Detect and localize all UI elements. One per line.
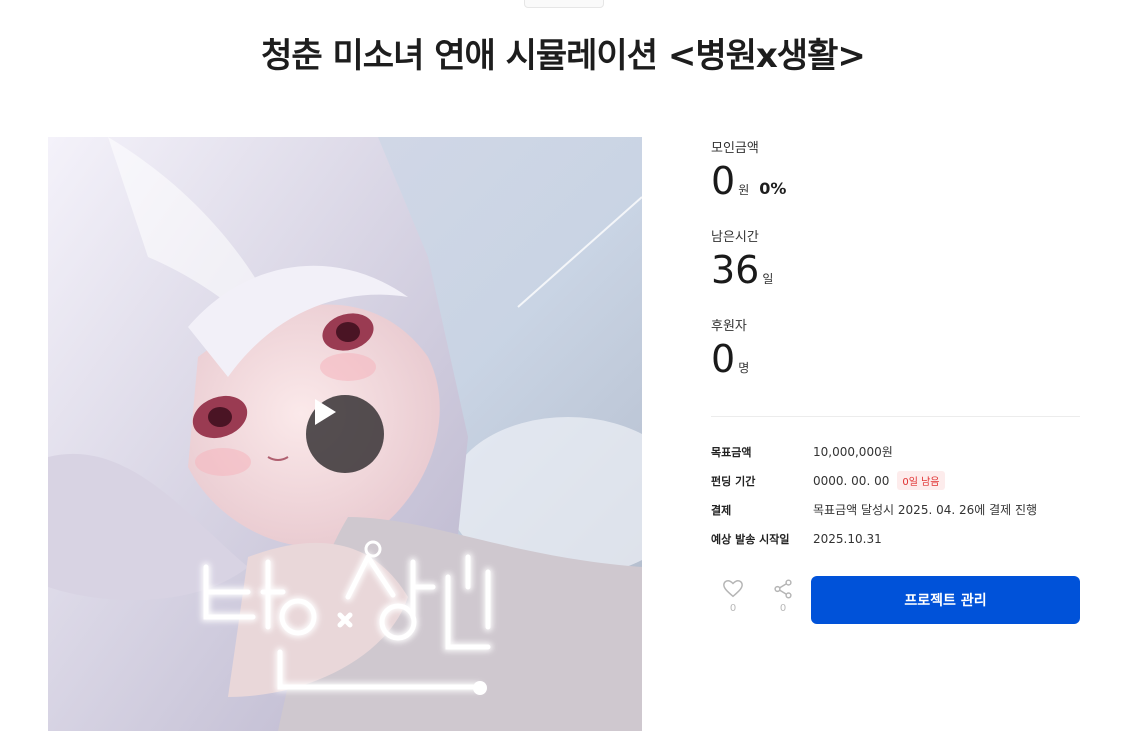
share-button[interactable]: 0: [761, 578, 805, 614]
raised-amount-stat: 모인금액 0 원 0%: [711, 137, 1081, 204]
delivery-label: 예상 발송 시작일: [711, 532, 790, 546]
like-count: 0: [729, 603, 737, 614]
days-left-badge: 0일 남음: [897, 471, 945, 490]
payment-value: 목표금액 달성시 2025. 04. 26에 결제 진행: [813, 503, 1038, 517]
like-button[interactable]: 0: [711, 578, 755, 614]
manage-project-button[interactable]: 프로젝트 관리: [811, 576, 1080, 624]
payment-label: 결제: [711, 503, 732, 517]
backers-unit: 명: [738, 361, 750, 375]
stats-divider: [711, 416, 1080, 417]
payment-row: 결제 목표금액 달성시 2025. 04. 26에 결제 진행: [711, 495, 1081, 524]
top-tab-chip[interactable]: [524, 0, 604, 8]
share-count: 0: [779, 603, 787, 614]
raised-value: 0: [711, 159, 736, 203]
project-actions: 0 0 프로젝트 관리: [711, 576, 1081, 624]
period-value: 0000. 00. 00: [813, 473, 890, 488]
funding-stats: 모인금액 0 원 0% 남은시간 36 일 후원자 0 명: [711, 137, 1081, 404]
project-cover-image: [48, 137, 642, 731]
share-icon: [774, 579, 792, 599]
raised-unit: 원: [738, 183, 750, 197]
remaining-unit: 일: [762, 272, 774, 286]
remaining-time-stat: 남은시간 36 일: [711, 226, 1081, 293]
goal-label: 목표금액: [711, 445, 752, 459]
backers-label: 후원자: [711, 319, 747, 334]
period-label: 펀딩 기간: [711, 474, 756, 488]
remaining-label: 남은시간: [711, 230, 759, 245]
page-title: 청춘 미소녀 연애 시뮬레이션 <병원x생활>: [261, 36, 866, 76]
video-play-button[interactable]: [306, 395, 384, 473]
raised-percent: 0%: [759, 179, 787, 198]
backers-value: 0: [711, 337, 736, 381]
funding-info-table: 목표금액 10,000,000원 펀딩 기간 0000. 00. 00 0일 남…: [711, 437, 1081, 553]
raised-label: 모인금액: [711, 141, 759, 156]
backers-stat: 후원자 0 명: [711, 315, 1081, 382]
period-row: 펀딩 기간 0000. 00. 00 0일 남음: [711, 466, 1081, 495]
heart-icon: [723, 580, 743, 598]
goal-row: 목표금액 10,000,000원: [711, 437, 1081, 466]
remaining-value: 36: [711, 248, 760, 292]
delivery-row: 예상 발송 시작일 2025.10.31: [711, 524, 1081, 553]
goal-value: 10,000,000원: [813, 445, 893, 459]
delivery-value: 2025.10.31: [813, 531, 882, 546]
play-icon: [315, 399, 336, 425]
